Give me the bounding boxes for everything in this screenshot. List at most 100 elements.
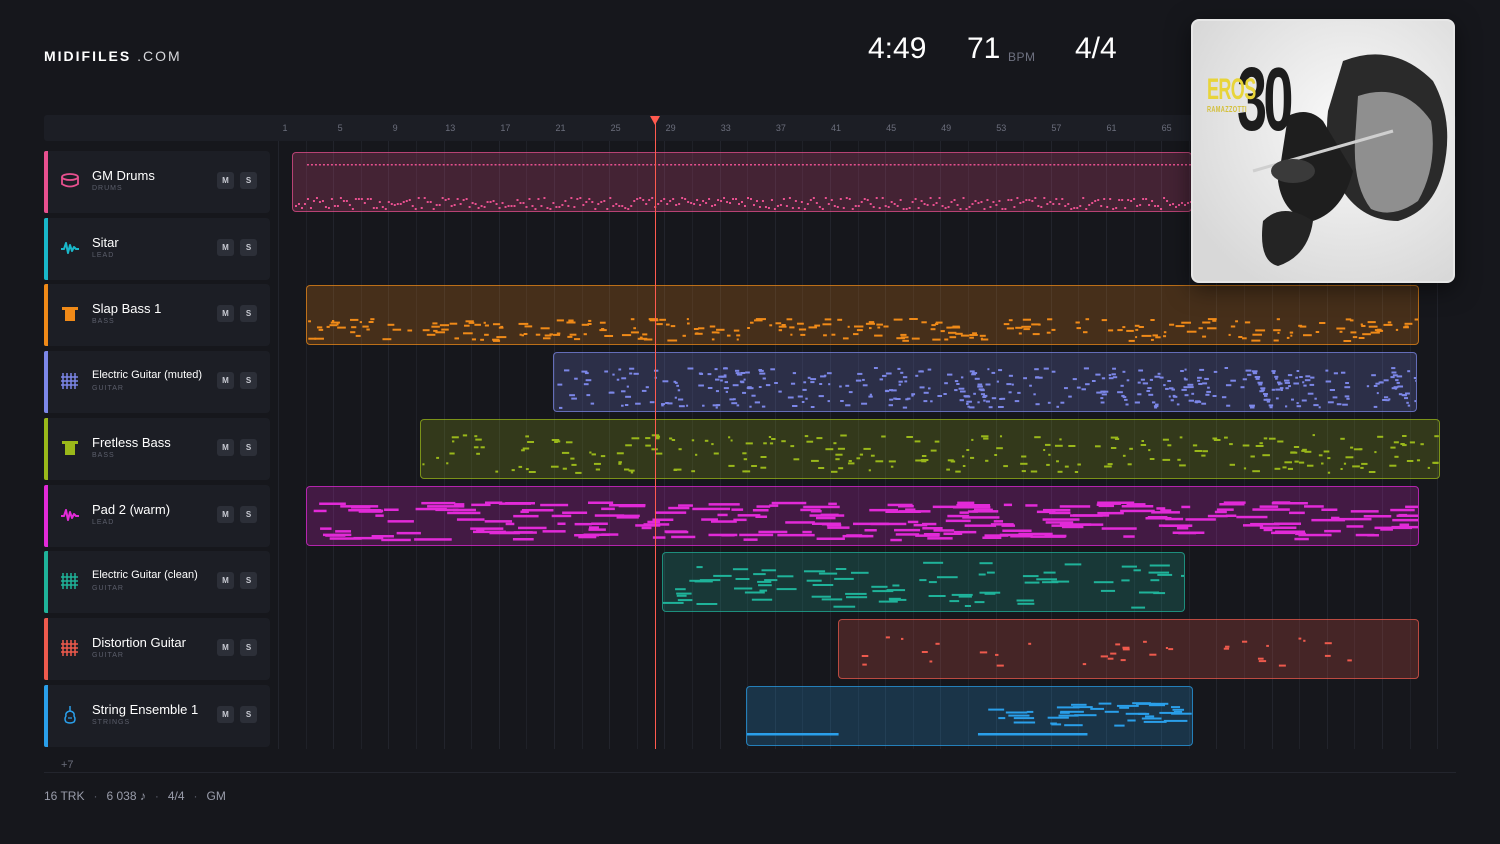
ruler-tick: 49 [941,123,952,133]
playhead[interactable] [650,116,660,749]
ruler-tick: 25 [610,123,621,133]
clip-notes [422,433,1439,474]
bpm-unit: BPM [1008,50,1036,64]
waveform-icon [60,238,80,258]
ruler-tick: 37 [775,123,786,133]
ruler-tick: 29 [665,123,676,133]
solo-button[interactable]: S [240,572,257,590]
footer-divider [44,772,1456,773]
mute-button[interactable]: M [217,372,234,390]
track-category: BASS [92,318,115,326]
violin-icon [60,705,80,725]
guitar-fret-icon [60,571,80,591]
clip-electric-guitar-muted[interactable] [553,352,1417,413]
track-category: LEAD [92,518,115,526]
mute-button[interactable]: M [217,572,234,590]
midi-standard: GM [206,789,226,803]
bass-icon [60,438,80,458]
track-header-slap-bass-1[interactable]: Slap Bass 1 BASS M S [44,284,270,347]
footer-stats: 16 TRK · 6 038 ♪ · 4/4 · GM [44,789,226,803]
playhead-marker[interactable] [650,116,660,125]
clip-notes [747,701,1192,736]
grid-line [416,141,417,749]
clip-notes [861,636,1352,667]
clip-notes [557,367,1416,409]
ruler-tick: 53 [996,123,1007,133]
ruler-tick: 65 [1161,123,1172,133]
logo: MIDIFILES .COM [44,48,182,64]
track-header-fretless-bass[interactable]: Fretless Bass BASS M S [44,417,270,480]
track-header-pad-2-warm[interactable]: Pad 2 (warm) LEAD M S [44,484,270,547]
ruler-tick: 45 [886,123,897,133]
track-color-bar [44,551,48,614]
clip-pad-2-warm[interactable] [306,485,1419,546]
track-header-distortion-guitar[interactable]: Distortion Guitar GUITAR M S [44,617,270,680]
track-color-bar [44,351,48,414]
clip-distortion-guitar[interactable] [838,618,1419,679]
grid-line [388,141,390,749]
track-count: 16 TRK [44,789,85,803]
mute-button[interactable]: M [217,705,234,723]
album-cover: 30 EROS RAMAZZOTTI [1191,19,1455,283]
time-signature-display: 4/4 [1075,32,1117,65]
solo-button[interactable]: S [240,505,257,523]
album-title: EROS [1207,73,1256,106]
more-tracks[interactable]: +7 [61,759,74,771]
solo-button[interactable]: S [240,638,257,656]
clip-fretless-bass[interactable] [420,418,1440,479]
mute-button[interactable]: M [217,438,234,456]
album-cover-art [1193,21,1453,281]
clip-notes [294,164,1191,210]
ruler-tick: 1 [282,123,288,133]
track-name: Slap Bass 1 [92,301,162,317]
solo-button[interactable]: S [240,305,257,323]
ruler-tick: 33 [720,123,731,133]
solo-button[interactable]: S [240,238,257,256]
solo-button[interactable]: S [240,438,257,456]
clip-notes [308,318,1418,343]
mute-button[interactable]: M [217,505,234,523]
note-count: 6 038 ♪ [106,789,146,803]
clip-slap-bass-1[interactable] [306,285,1419,346]
track-color-bar [44,684,48,747]
guitar-fret-icon [60,638,80,658]
track-color-bar [44,151,48,213]
ruler-tick: 17 [500,123,511,133]
clip-string-ensemble-1[interactable] [746,685,1193,746]
clip-notes [313,500,1418,541]
grid-line [305,141,307,749]
album-subtitle: RAMAZZOTTI [1207,105,1247,114]
track-color-bar [44,617,48,680]
footer-signature: 4/4 [167,789,185,803]
mute-button[interactable]: M [217,305,234,323]
bpm-display: 71 [967,32,1001,65]
clip-electric-guitar-clean[interactable] [662,552,1185,613]
track-category: BASS [92,451,115,459]
track-category: GUITAR [92,651,124,659]
track-category: GUITAR [92,385,124,393]
grid-line [333,141,335,749]
solo-button[interactable]: S [240,172,257,189]
track-color-bar [44,284,48,347]
track-header-sitar[interactable]: Sitar LEAD M S [44,217,270,280]
track-header-electric-guitar-clean[interactable]: Electric Guitar (clean) GUITAR M S [44,551,270,614]
solo-button[interactable]: S [240,372,257,390]
track-header-gm-drums[interactable]: GM Drums DRUMS M S [44,151,270,213]
mute-button[interactable]: M [217,238,234,256]
solo-button[interactable]: S [240,705,257,723]
track-category: STRINGS [92,718,131,726]
track-color-bar [44,417,48,480]
time-display: 4:49 [868,32,927,65]
track-name: String Ensemble 1 [92,701,199,717]
ruler-tick: 13 [445,123,456,133]
clip-gm-drums[interactable] [292,152,1192,212]
track-color-bar [44,217,48,280]
mute-button[interactable]: M [217,172,234,189]
drum-icon [60,171,80,191]
mute-button[interactable]: M [217,638,234,656]
track-header-electric-guitar-muted[interactable]: Electric Guitar (muted) GUITAR M S [44,351,270,414]
track-category: GUITAR [92,585,124,593]
bass-icon [60,304,80,324]
clip-notes [663,561,1184,609]
track-header-string-ensemble-1[interactable]: String Ensemble 1 STRINGS M S [44,684,270,747]
